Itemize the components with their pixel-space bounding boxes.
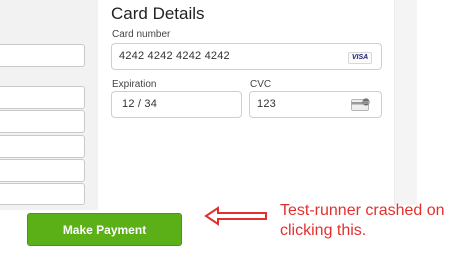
make-payment-button[interactable]: Make Payment	[27, 213, 182, 246]
billing-field[interactable]	[0, 86, 85, 109]
cvc-card-icon: 123	[351, 98, 370, 111]
billing-field[interactable]	[0, 183, 85, 205]
billing-field[interactable]	[0, 44, 85, 67]
billing-field[interactable]	[0, 159, 85, 182]
cvc-field[interactable]: 123 123	[249, 91, 382, 118]
card-number-field[interactable]: 4242 4242 4242 4242 VISA	[111, 43, 382, 70]
card-number-label: Card number	[112, 29, 171, 40]
billing-field[interactable]	[0, 135, 85, 158]
expiration-label: Expiration	[112, 79, 157, 90]
card-number-value: 4242 4242 4242 4242	[119, 50, 230, 62]
cvc-value: 123	[257, 98, 276, 110]
billing-field[interactable]	[0, 110, 85, 133]
side-panel	[394, 0, 417, 205]
svg-text:123: 123	[363, 100, 369, 104]
card-details-title: Card Details	[111, 4, 205, 23]
visa-card-icon: VISA	[348, 52, 372, 64]
billing-form-panel	[0, 0, 99, 210]
expiration-field[interactable]: 12 / 34	[111, 91, 242, 118]
annotation-note: Test-runner crashed on clicking this.	[280, 202, 445, 239]
page: Card Details Card number 4242 4242 4242 …	[0, 0, 474, 267]
cvc-label: CVC	[250, 79, 272, 90]
expiration-value: 12 / 34	[122, 98, 158, 110]
left-arrow-icon	[204, 206, 267, 226]
